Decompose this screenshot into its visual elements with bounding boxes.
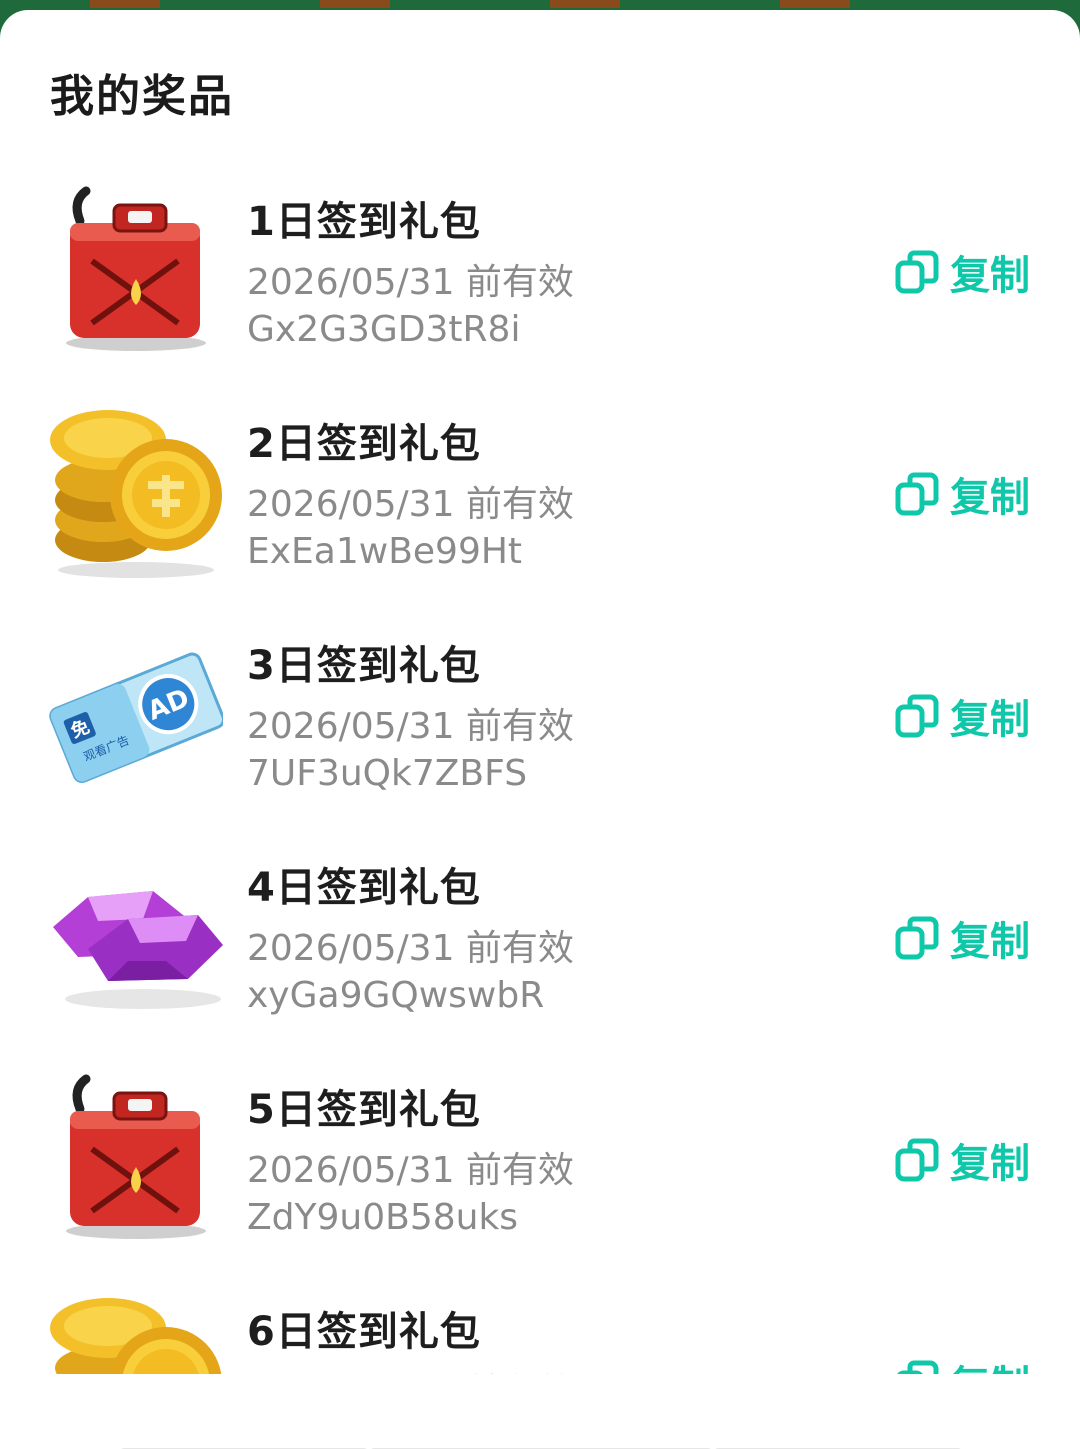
prize-item: 4日签到礼包 2026/05/31 前有效 xyGa9GQwswbR 复制 [0, 831, 1080, 1053]
prize-item: 5日签到礼包 2026/05/31 前有效 ZdY9u0B58uks 复制 [0, 1053, 1080, 1275]
copy-icon [895, 694, 939, 738]
prize-name: 6日签到礼包 [247, 1309, 481, 1355]
prize-list[interactable]: 1日签到礼包 2026/05/31 前有效 Gx2G3GD3tR8i 复制 2日… [0, 165, 1080, 1374]
prize-expiry: 2026/05/31 前有效 [247, 262, 574, 303]
fuel-can-icon [48, 183, 223, 358]
copy-label: 复制 [950, 475, 1030, 521]
prize-item: 2日签到礼包 2026/05/31 前有效 ExEa1wBe99Ht 复制 [0, 387, 1080, 609]
prize-name: 3日签到礼包 [247, 643, 481, 689]
prize-code: Gx2G3GD3tR8i [247, 309, 521, 350]
bottom-area [0, 1374, 1080, 1449]
prize-code: ZdY9u0B58uks [247, 1197, 519, 1238]
prize-code: 7UF3uQk7ZBFS [247, 753, 528, 794]
ad-free-ticket-icon: 免 观看广告 AD [48, 627, 223, 802]
purple-gems-icon [48, 849, 223, 1024]
gold-coins-icon [48, 405, 223, 580]
prize-code: xyGa9GQwswbR [247, 975, 545, 1016]
copy-icon [895, 250, 939, 294]
background-tile [780, 0, 850, 8]
prize-name: 1日签到礼包 [247, 199, 481, 245]
prize-sheet: 我的奖品 1日签到礼包 2026/05/31 前有效 Gx2G3GD3tR8i [0, 10, 1080, 1449]
copy-label: 复制 [950, 253, 1030, 299]
copy-icon [895, 916, 939, 960]
prize-name: 2日签到礼包 [247, 421, 481, 467]
prize-expiry: 2026/05/31 前有效 [247, 484, 574, 525]
prize-item: 1日签到礼包 2026/05/31 前有效 Gx2G3GD3tR8i 复制 [0, 165, 1080, 387]
copy-label: 复制 [950, 697, 1030, 743]
prize-name: 5日签到礼包 [247, 1087, 481, 1133]
background-tile [320, 0, 390, 8]
copy-button[interactable]: 复制 [894, 465, 1030, 523]
background-tile [90, 0, 160, 8]
fuel-can-icon [48, 1071, 223, 1246]
prize-item: 免 观看广告 AD 3日签到礼包 2026/05/31 前有效 7UF3uQk7… [0, 609, 1080, 831]
gold-coins-icon [48, 1293, 223, 1374]
copy-icon [897, 1360, 939, 1374]
copy-button[interactable]: 复制 [894, 687, 1030, 745]
background-tile [550, 0, 620, 8]
prize-code: ExEa1wBe99Ht [247, 531, 523, 572]
copy-label: 复制 [950, 1353, 1030, 1374]
copy-button[interactable]: 复制 [894, 909, 1030, 967]
copy-label: 复制 [950, 919, 1030, 965]
prize-item: 6日签到礼包 2026/05/31 前有效 复制 [0, 1275, 1080, 1374]
prize-expiry: 2026/05/31 前有效 [247, 706, 574, 747]
copy-button[interactable]: 复制 [894, 1131, 1030, 1189]
copy-icon [895, 1138, 939, 1182]
prize-name: 4日签到礼包 [247, 865, 481, 911]
prize-expiry: 2026/05/31 前有效 [247, 928, 574, 969]
sheet-title: 我的奖品 [50, 71, 234, 122]
copy-button[interactable]: 复制 [894, 243, 1030, 301]
copy-button[interactable]: 复制 [894, 1353, 1030, 1374]
copy-icon [895, 472, 939, 516]
prize-expiry: 2026/05/31 前有效 [247, 1150, 574, 1191]
prize-expiry: 2026/05/31 前有效 [247, 1363, 574, 1374]
copy-label: 复制 [950, 1141, 1030, 1187]
